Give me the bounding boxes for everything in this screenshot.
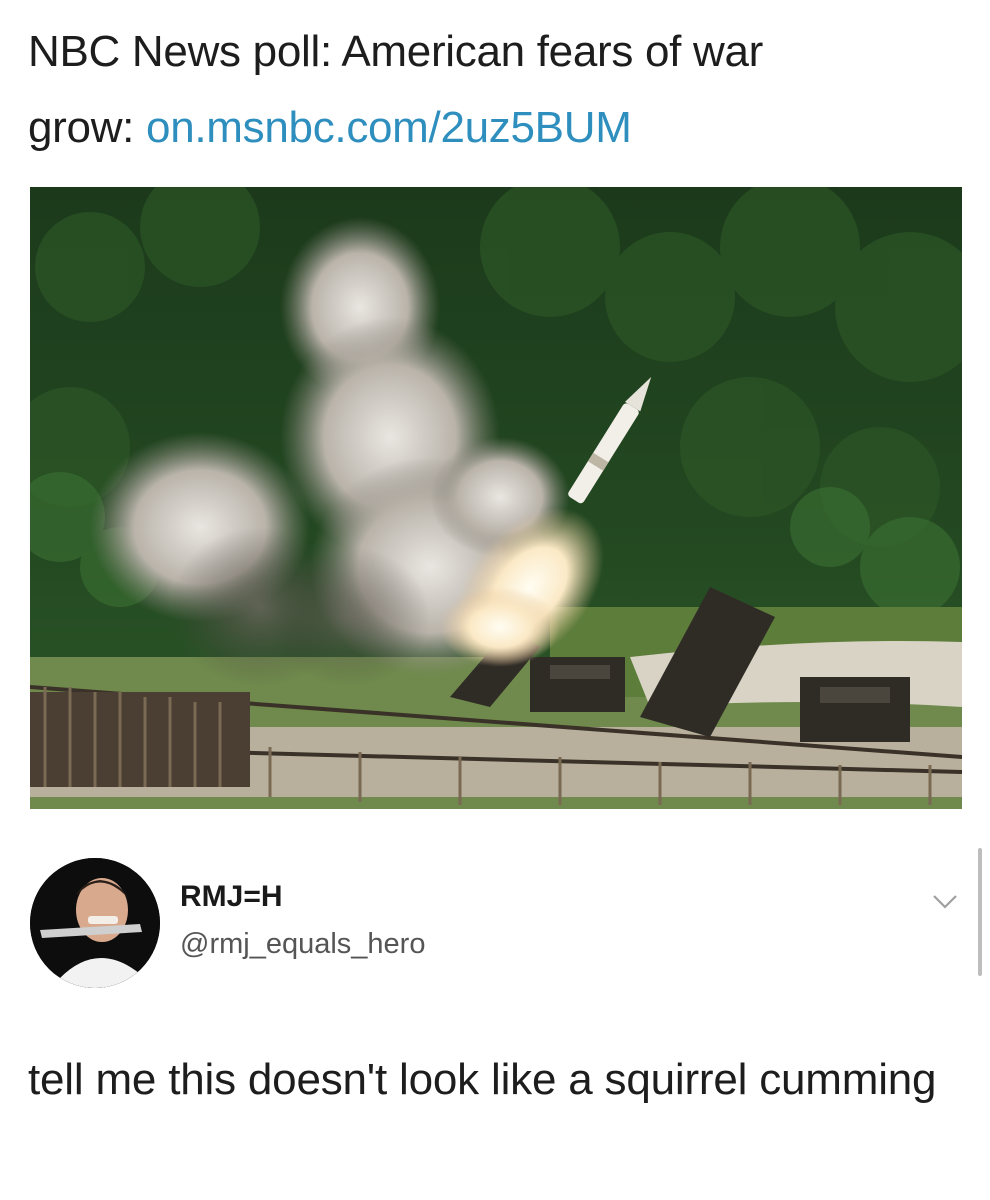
- display-name[interactable]: RMJ=H: [180, 880, 283, 914]
- headline-text-line-1: NBC News poll: American fears of war: [28, 27, 764, 76]
- missile-launch-photo[interactable]: [30, 187, 962, 809]
- headline-link[interactable]: on.msnbc.com/2uz5BUM: [146, 103, 632, 152]
- scrollbar[interactable]: [978, 848, 982, 976]
- avatar-photo: [30, 858, 160, 988]
- tweet-header: RMJ=H @rmj_equals_hero: [0, 848, 990, 988]
- headline-text-line-2: grow:: [28, 103, 147, 152]
- chevron-down-icon[interactable]: [930, 888, 960, 914]
- quoted-headline: NBC News poll: American fears of war gro…: [28, 14, 958, 166]
- photo-missile-launch: [30, 187, 962, 809]
- tweet-text: tell me this doesn't look like a squirre…: [28, 1055, 937, 1104]
- user-handle[interactable]: @rmj_equals_hero: [180, 928, 425, 961]
- avatar[interactable]: [30, 858, 160, 988]
